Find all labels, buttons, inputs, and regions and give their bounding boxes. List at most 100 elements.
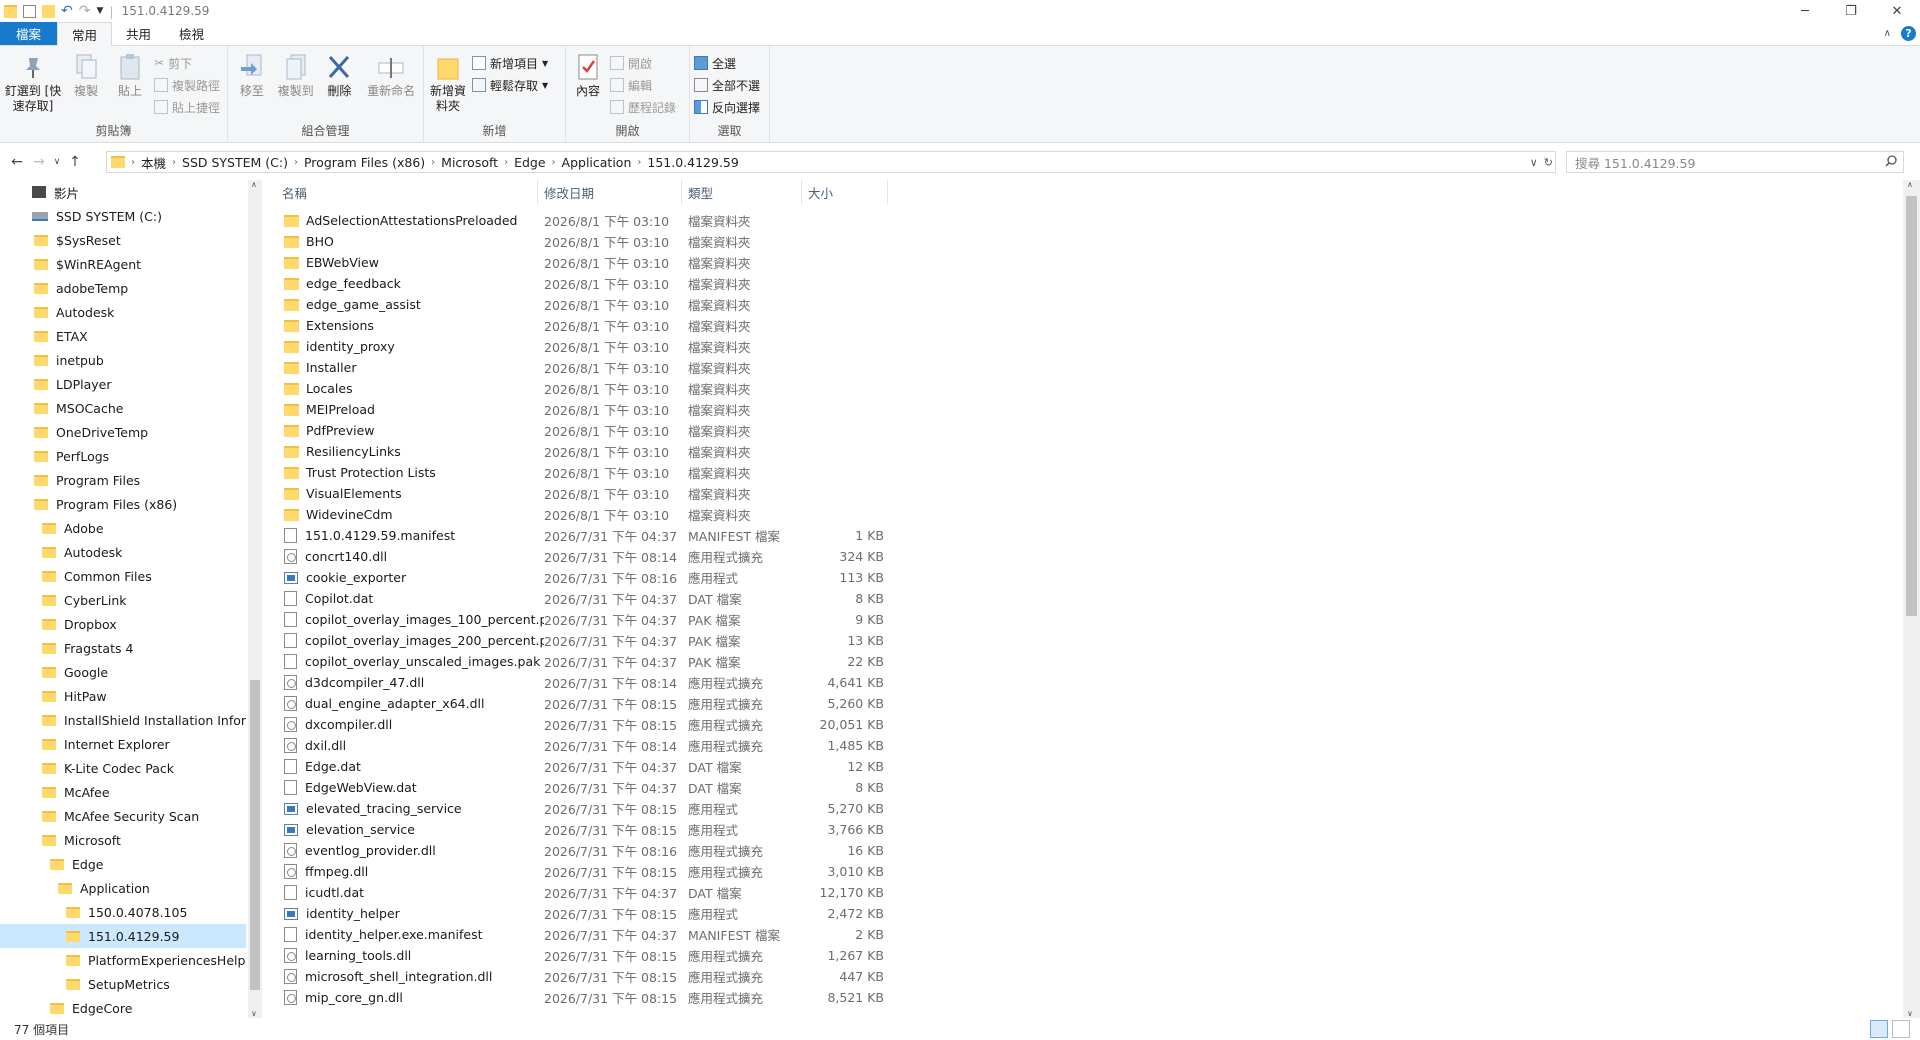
address-history-dropdown-icon[interactable]: ∨ <box>1530 156 1538 169</box>
scroll-up-icon[interactable]: ∧ <box>1907 180 1913 189</box>
nav-item[interactable]: SetupMetrics <box>0 972 246 996</box>
file-row[interactable]: dual_engine_adapter_x64.dll 2026/7/31 下午 … <box>276 693 976 714</box>
copy-path-button[interactable]: 複製路徑 <box>154 76 220 94</box>
breadcrumb-program-files-x86[interactable]: Program Files (x86) <box>298 155 431 170</box>
nav-item[interactable]: adobeTemp <box>0 276 246 300</box>
nav-item[interactable]: McAfee Security Scan <box>0 804 246 828</box>
file-row[interactable]: PdfPreview 2026/8/1 下午 03:10 檔案資料夾 <box>276 420 976 441</box>
file-row[interactable]: ResiliencyLinks 2026/8/1 下午 03:10 檔案資料夾 <box>276 441 976 462</box>
file-row[interactable]: d3dcompiler_47.dll 2026/7/31 下午 08:14 應用程式… <box>276 672 976 693</box>
breadcrumb-microsoft[interactable]: Microsoft <box>435 155 504 170</box>
nav-item[interactable]: 150.0.4078.105 <box>0 900 246 924</box>
nav-item[interactable]: $SysReset <box>0 228 246 252</box>
nav-item[interactable]: PlatformExperiencesHelper <box>0 948 246 972</box>
properties-icon[interactable] <box>23 4 36 18</box>
file-row[interactable]: Extensions 2026/8/1 下午 03:10 檔案資料夾 <box>276 315 976 336</box>
search-icon[interactable] <box>1885 155 1897 170</box>
column-header-type[interactable]: 類型 <box>682 180 802 204</box>
column-header-size[interactable]: 大小 <box>802 180 888 204</box>
nav-item[interactable]: LDPlayer <box>0 372 246 396</box>
file-row[interactable]: MEIPreload 2026/8/1 下午 03:10 檔案資料夾 <box>276 399 976 420</box>
file-row[interactable]: EdgeWebView.dat 2026/7/31 下午 04:37 DAT 檔案 8… <box>276 777 976 798</box>
nav-item[interactable]: Edge <box>0 852 246 876</box>
file-row[interactable]: EBWebView 2026/8/1 下午 03:10 檔案資料夾 <box>276 252 976 273</box>
help-icon[interactable]: ? <box>1901 26 1916 41</box>
search-input[interactable]: 搜尋 151.0.4129.59 <box>1566 151 1904 173</box>
nav-item[interactable]: $WinREAgent <box>0 252 246 276</box>
open-button[interactable]: 開啟 <box>610 54 676 72</box>
recent-locations-icon[interactable]: ∨ <box>50 157 64 167</box>
nav-item[interactable]: EdgeCore <box>0 996 246 1018</box>
up-arrow-icon[interactable]: ↑ <box>64 154 86 170</box>
breadcrumb-drive[interactable]: SSD SYSTEM (C:) <box>176 155 294 170</box>
nav-item[interactable]: Google <box>0 660 246 684</box>
file-row[interactable]: VisualElements 2026/8/1 下午 03:10 檔案資料夾 <box>276 483 976 504</box>
address-bar[interactable]: › 本機 › SSD SYSTEM (C:) › Program Files (… <box>106 151 1556 173</box>
nav-item[interactable]: Application <box>0 876 246 900</box>
file-row[interactable]: identity_proxy 2026/8/1 下午 03:10 檔案資料夾 <box>276 336 976 357</box>
nav-item[interactable]: McAfee <box>0 780 246 804</box>
tab-share[interactable]: 共用 <box>112 22 165 45</box>
nav-item[interactable]: Program Files <box>0 468 246 492</box>
nav-item[interactable]: Autodesk <box>0 300 246 324</box>
scroll-up-icon[interactable]: ∧ <box>251 180 257 189</box>
file-row[interactable]: AdSelectionAttestationsPreloaded 2026/8/1… <box>276 210 976 231</box>
customize-dropdown-icon[interactable]: ▼ <box>96 6 103 16</box>
nav-item[interactable]: Autodesk <box>0 540 246 564</box>
select-all-button[interactable]: 全選 <box>694 54 760 72</box>
breadcrumb-this-pc[interactable]: 本機 <box>135 153 172 172</box>
file-row[interactable]: mip_core_gn.dll 2026/7/31 下午 08:15 應用程式擴充 8… <box>276 987 976 1008</box>
nav-item[interactable]: 影片 <box>0 180 246 204</box>
nav-item[interactable]: Dropbox <box>0 612 246 636</box>
scroll-down-icon[interactable]: ∨ <box>1907 1009 1913 1018</box>
large-icons-view-icon[interactable] <box>1892 1020 1910 1038</box>
nav-item[interactable]: K-Lite Codec Pack <box>0 756 246 780</box>
invert-selection-button[interactable]: 反向選擇 <box>694 98 760 116</box>
scrollbar-thumb[interactable] <box>1906 196 1917 616</box>
nav-item[interactable]: SSD SYSTEM (C:) <box>0 204 246 228</box>
forward-arrow-icon[interactable]: → <box>28 154 50 170</box>
back-arrow-icon[interactable]: ← <box>6 154 28 170</box>
nav-item[interactable]: OneDriveTemp <box>0 420 246 444</box>
details-view-icon[interactable] <box>1870 1020 1888 1038</box>
file-row[interactable]: Edge.dat 2026/7/31 下午 04:37 DAT 檔案 12 KB <box>276 756 976 777</box>
nav-item[interactable]: PerfLogs <box>0 444 246 468</box>
column-header-date[interactable]: 修改日期 <box>538 180 682 204</box>
file-row[interactable]: eventlog_provider.dll 2026/7/31 下午 08:16 應… <box>276 840 976 861</box>
easy-access-button[interactable]: 輕鬆存取 ▼ <box>472 76 548 94</box>
file-row[interactable]: edge_feedback 2026/8/1 下午 03:10 檔案資料夾 <box>276 273 976 294</box>
minimize-button[interactable]: ─ <box>1782 0 1828 22</box>
nav-item[interactable]: MSOCache <box>0 396 246 420</box>
maximize-button[interactable]: ❐ <box>1828 0 1874 22</box>
file-row[interactable]: dxcompiler.dll 2026/7/31 下午 08:15 應用程式擴充 20… <box>276 714 976 735</box>
file-row[interactable]: WidevineCdm 2026/8/1 下午 03:10 檔案資料夾 <box>276 504 976 525</box>
redo-icon[interactable]: ↷ <box>79 3 91 19</box>
history-button[interactable]: 歷程記錄 <box>610 98 676 116</box>
nav-item[interactable]: Microsoft <box>0 828 246 852</box>
file-row[interactable]: Copilot.dat 2026/7/31 下午 04:37 DAT 檔案 8 KB <box>276 588 976 609</box>
file-row[interactable]: microsoft_shell_integration.dll 2026/7/31… <box>276 966 976 987</box>
file-row[interactable]: Trust Protection Lists 2026/8/1 下午 03:10 檔… <box>276 462 976 483</box>
edit-button[interactable]: 編輯 <box>610 76 676 94</box>
tab-home[interactable]: 常用 <box>57 22 113 46</box>
breadcrumb-edge[interactable]: Edge <box>508 155 551 170</box>
file-row[interactable]: BHO 2026/8/1 下午 03:10 檔案資料夾 <box>276 231 976 252</box>
close-button[interactable]: ✕ <box>1874 0 1920 22</box>
cut-button[interactable]: ✂ 剪下 <box>154 54 220 72</box>
file-row[interactable]: 151.0.4129.59.manifest 2026/7/31 下午 04:37… <box>276 525 976 546</box>
file-row[interactable]: elevation_service 2026/7/31 下午 08:15 應用程式 3… <box>276 819 976 840</box>
select-none-button[interactable]: 全部不選 <box>694 76 760 94</box>
navigation-scrollbar[interactable]: ∧ ∨ <box>248 180 262 1018</box>
paste-shortcut-button[interactable]: 貼上捷徑 <box>154 98 220 116</box>
file-row[interactable]: copilot_overlay_unscaled_images.pak 2026/… <box>276 651 976 672</box>
nav-item[interactable]: ETAX <box>0 324 246 348</box>
tab-file[interactable]: 檔案 <box>0 22 58 45</box>
file-row[interactable]: identity_helper 2026/7/31 下午 08:15 應用程式 2,4… <box>276 903 976 924</box>
column-header-name[interactable]: 名稱 ^ <box>276 180 538 204</box>
new-folder-icon[interactable] <box>42 4 55 18</box>
file-row[interactable]: cookie_exporter 2026/7/31 下午 08:16 應用程式 113… <box>276 567 976 588</box>
refresh-icon[interactable]: ↻ <box>1544 156 1553 169</box>
file-row[interactable]: learning_tools.dll 2026/7/31 下午 08:15 應用程式… <box>276 945 976 966</box>
nav-item[interactable]: Adobe <box>0 516 246 540</box>
file-row[interactable]: identity_helper.exe.manifest 2026/7/31 下午… <box>276 924 976 945</box>
